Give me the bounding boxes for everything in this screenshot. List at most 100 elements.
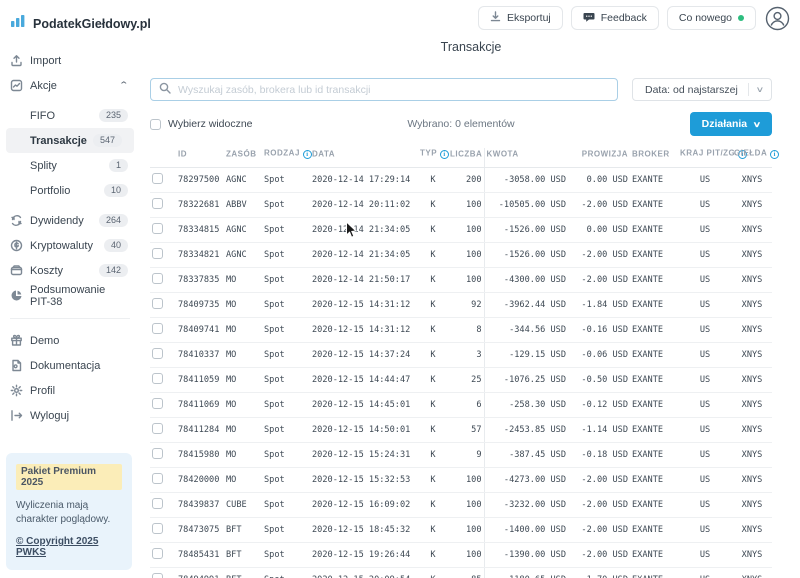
row-checkbox[interactable]: [152, 198, 163, 209]
table-row[interactable]: 78485431 BFT Spot 2020-12-15 19:26:44 K …: [150, 543, 772, 568]
cell-kind: Spot: [262, 368, 310, 393]
row-checkbox[interactable]: [152, 373, 163, 384]
select-visible-control[interactable]: Wybierz widoczne: [150, 118, 253, 130]
col-zasob[interactable]: ZASÓB: [224, 148, 262, 168]
transactions-table: ID ZASÓB RODZAJi DATA TYPi LICZBA KWOTA …: [150, 148, 772, 578]
brand-logo[interactable]: PodatekGiełdowy.pl: [0, 0, 140, 48]
cell-asset: MO: [224, 343, 262, 368]
table-row[interactable]: 78297500 AGNC Spot 2020-12-14 17:29:14 K…: [150, 168, 772, 193]
cell-asset: AGNC: [224, 218, 262, 243]
footer-note: Wyliczenia mają charakter poglądowy.: [16, 499, 122, 527]
sidebar-item-splity[interactable]: Splity 1: [0, 153, 140, 178]
col-rodzaj[interactable]: RODZAJi: [262, 148, 310, 168]
col-id[interactable]: ID: [176, 148, 224, 168]
col-data[interactable]: DATA: [310, 148, 418, 168]
info-icon[interactable]: i: [303, 150, 312, 159]
row-checkbox[interactable]: [152, 423, 163, 434]
info-icon[interactable]: i: [770, 150, 779, 159]
cell-date: 2020-12-14 21:34:05: [310, 218, 418, 243]
cell-fee: -0.16 USD: [568, 318, 630, 343]
table-row[interactable]: 78494991 BFT Spot 2020-12-15 20:09:54 K …: [150, 568, 772, 578]
col-kraj[interactable]: KRAJ PIT/ZGi: [678, 148, 732, 168]
sidebar-item-import[interactable]: Import: [0, 48, 140, 73]
table-row[interactable]: 78410337 MO Spot 2020-12-15 14:37:24 K 3…: [150, 343, 772, 368]
cell-fee: -0.12 USD: [568, 393, 630, 418]
search-input[interactable]: [178, 84, 609, 96]
whats-new-button[interactable]: Co nowego: [667, 6, 756, 30]
header-actions: Eksportuj Feedback Co nowego: [478, 5, 790, 31]
table-row[interactable]: 78337835 MO Spot 2020-12-14 21:50:17 K 1…: [150, 268, 772, 293]
sidebar-item-kryptowaluty[interactable]: Kryptowaluty 40: [0, 233, 140, 258]
cell-fee: -2.00 USD: [568, 518, 630, 543]
row-checkbox[interactable]: [152, 473, 163, 484]
sort-dropdown[interactable]: Data: od najstarszej ∨: [632, 78, 772, 101]
cell-qty: 8: [448, 318, 484, 343]
row-checkbox[interactable]: [152, 548, 163, 559]
row-checkbox[interactable]: [152, 498, 163, 509]
info-icon[interactable]: i: [440, 150, 449, 159]
sidebar-item-dywidendy[interactable]: Dywidendy 264: [0, 208, 140, 233]
sidebar-divider: [10, 318, 130, 319]
sidebar-item-wyloguj[interactable]: Wyloguj: [0, 403, 140, 428]
cell-broker: EXANTE: [630, 218, 678, 243]
docs-icon: [9, 359, 23, 373]
col-broker[interactable]: BROKER: [630, 148, 678, 168]
cell-asset: BFT: [224, 543, 262, 568]
row-checkbox[interactable]: [152, 173, 163, 184]
sidebar-item-portfolio[interactable]: Portfolio 10: [0, 178, 140, 203]
sidebar-item-akcje[interactable]: Akcje ⌃: [0, 73, 140, 98]
table-row[interactable]: 78473075 BFT Spot 2020-12-15 18:45:32 K …: [150, 518, 772, 543]
select-visible-checkbox[interactable]: [150, 119, 161, 130]
cell-id: 78409735: [176, 293, 224, 318]
sidebar-item-pit38[interactable]: Podsumowanie PIT-38: [0, 283, 140, 308]
row-checkbox[interactable]: [152, 323, 163, 334]
row-checkbox[interactable]: [152, 398, 163, 409]
table-row[interactable]: 78411284 MO Spot 2020-12-15 14:50:01 K 5…: [150, 418, 772, 443]
row-checkbox[interactable]: [152, 348, 163, 359]
table-row[interactable]: 78420000 MO Spot 2020-12-15 15:32:53 K 1…: [150, 468, 772, 493]
row-checkbox[interactable]: [152, 523, 163, 534]
table-row[interactable]: 78439837 CUBE Spot 2020-12-15 16:09:02 K…: [150, 493, 772, 518]
row-checkbox[interactable]: [152, 573, 163, 578]
sidebar-item-profil[interactable]: Profil: [0, 378, 140, 403]
cell-id: 78411284: [176, 418, 224, 443]
cell-qty: 100: [448, 193, 484, 218]
table-row[interactable]: 78411069 MO Spot 2020-12-15 14:45:01 K 6…: [150, 393, 772, 418]
sidebar-item-fifo[interactable]: FIFO 235: [0, 103, 140, 128]
col-kwota[interactable]: KWOTA: [484, 148, 568, 168]
cell-fee: -2.00 USD: [568, 493, 630, 518]
cell-asset: MO: [224, 418, 262, 443]
table-row[interactable]: 78411059 MO Spot 2020-12-15 14:44:47 K 2…: [150, 368, 772, 393]
cell-date: 2020-12-15 14:44:47: [310, 368, 418, 393]
cell-asset: CUBE: [224, 493, 262, 518]
table-row[interactable]: 78409741 MO Spot 2020-12-15 14:31:12 K 8…: [150, 318, 772, 343]
export-button[interactable]: Eksportuj: [478, 6, 563, 30]
col-prowizja[interactable]: PROWIZJA: [568, 148, 630, 168]
row-checkbox[interactable]: [152, 273, 163, 284]
row-checkbox[interactable]: [152, 223, 163, 234]
table-row[interactable]: 78415980 MO Spot 2020-12-15 15:24:31 K 9…: [150, 443, 772, 468]
sidebar-item-transakcje[interactable]: Transakcje 547: [6, 128, 134, 153]
row-checkbox[interactable]: [152, 248, 163, 259]
table-row[interactable]: 78322681 ABBV Spot 2020-12-14 20:11:02 K…: [150, 193, 772, 218]
feedback-button[interactable]: Feedback: [571, 6, 659, 30]
row-checkbox[interactable]: [152, 298, 163, 309]
user-avatar[interactable]: [764, 5, 790, 31]
actions-button[interactable]: Działania ∨: [690, 112, 772, 136]
row-checkbox[interactable]: [152, 448, 163, 459]
col-liczba[interactable]: LICZBA: [448, 148, 484, 168]
stocks-icon: [9, 79, 23, 93]
chevron-up-icon[interactable]: ⌃: [119, 80, 130, 91]
col-gielda[interactable]: GIEŁDAi: [732, 148, 772, 168]
table-row[interactable]: 78334815 AGNC Spot 2020-12-14 21:34:05 K…: [150, 218, 772, 243]
cell-date: 2020-12-15 14:45:01: [310, 393, 418, 418]
cell-type: K: [418, 318, 448, 343]
table-row[interactable]: 78334821 AGNC Spot 2020-12-14 21:34:05 K…: [150, 243, 772, 268]
sidebar-item-dokumentacja[interactable]: Dokumentacja: [0, 353, 140, 378]
table-row[interactable]: 78409735 MO Spot 2020-12-15 14:31:12 K 9…: [150, 293, 772, 318]
sidebar-item-koszty[interactable]: Koszty 142: [0, 258, 140, 283]
copyright-link[interactable]: © Copyright 2025 PWKS: [16, 536, 122, 558]
sidebar-item-demo[interactable]: Demo: [0, 328, 140, 353]
cell-id: 78411069: [176, 393, 224, 418]
col-typ[interactable]: TYPi: [418, 148, 448, 168]
